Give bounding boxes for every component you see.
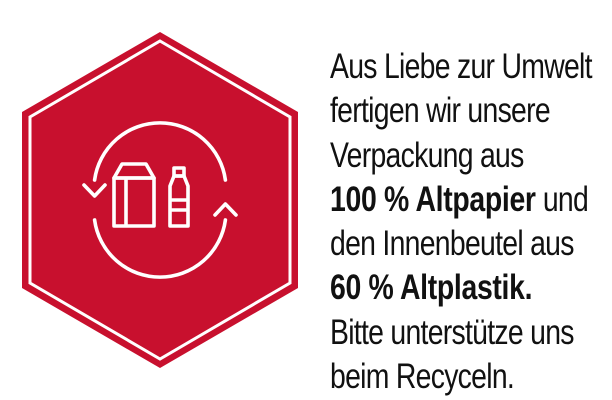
- message-line-3: Verpackung aus: [330, 134, 524, 175]
- recycled-plastic-highlight: 60 % Altplastik.: [330, 267, 533, 308]
- message-line-4-rest: und: [535, 178, 589, 219]
- message-line-2: fertigen wir unsere: [330, 90, 551, 131]
- hexagon-badge-icon: [22, 32, 298, 368]
- message-line-5: den Innenbeutel aus: [330, 223, 574, 264]
- message-line-1: Aus Liebe zur Umwelt: [330, 46, 593, 86]
- recycling-message: Aus Liebe zur Umwelt fertigen wir unsere…: [330, 44, 593, 398]
- recycled-paper-highlight: 100 % Altpapier: [330, 178, 536, 219]
- message-line-8: beim Recyceln.: [330, 356, 515, 397]
- message-line-4: 100 % Altpapier und: [330, 177, 589, 221]
- message-line-6: 60 % Altplastik.: [330, 265, 552, 309]
- message-line-7: Bitte unterstütze uns: [330, 311, 575, 352]
